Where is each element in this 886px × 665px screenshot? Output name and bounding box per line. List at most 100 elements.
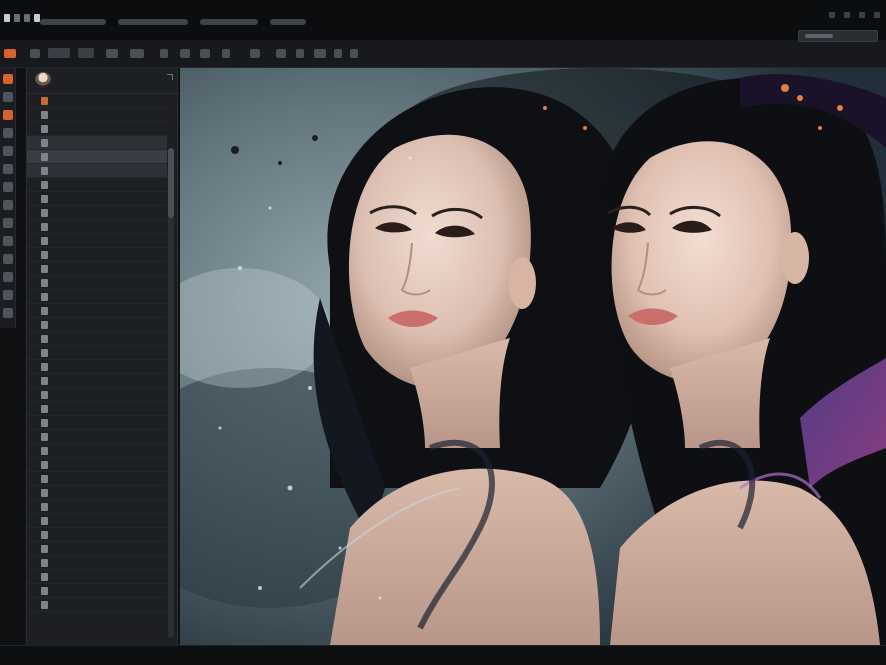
layer-icon [41, 139, 48, 147]
layer-row[interactable] [27, 402, 167, 416]
layer-row[interactable] [27, 346, 167, 360]
foreground-color-icon[interactable] [3, 308, 13, 318]
toolbar-option[interactable] [222, 49, 230, 58]
layer-row[interactable] [27, 332, 167, 346]
toolbar-option[interactable] [276, 49, 286, 58]
layer-icon [41, 475, 48, 483]
clone-icon[interactable] [3, 182, 13, 192]
layer-icon [41, 279, 48, 287]
layer-row[interactable] [27, 374, 167, 388]
toolbar-option[interactable] [350, 49, 358, 58]
brush-icon[interactable] [3, 146, 13, 156]
layer-row[interactable] [27, 234, 167, 248]
layer-row[interactable] [27, 542, 167, 556]
layer-icon [41, 153, 48, 161]
toolbar-option[interactable] [48, 48, 70, 58]
crop-icon[interactable] [3, 128, 13, 138]
minimize-icon[interactable] [829, 12, 835, 18]
layer-row[interactable] [27, 262, 167, 276]
toolbar-option[interactable] [314, 49, 326, 58]
scrollbar-thumb[interactable] [168, 148, 174, 218]
toolbar-option[interactable] [78, 48, 94, 58]
layer-row[interactable] [27, 164, 167, 178]
panel-menu-icon[interactable] [167, 74, 173, 80]
layer-row[interactable] [27, 584, 167, 598]
move-icon[interactable] [3, 74, 13, 84]
toolbar-option[interactable] [180, 49, 190, 58]
layer-row[interactable] [27, 206, 167, 220]
layer-row[interactable] [27, 94, 167, 108]
maximize-icon[interactable] [859, 12, 865, 18]
layer-row[interactable] [27, 178, 167, 192]
search-input[interactable] [798, 30, 878, 42]
layers-panel [26, 68, 179, 645]
layer-icon [41, 531, 48, 539]
layer-icon [41, 335, 48, 343]
panel-scrollbar[interactable] [168, 148, 174, 638]
layer-row[interactable] [27, 150, 167, 164]
restore-icon[interactable] [844, 12, 850, 18]
menu-item[interactable] [118, 19, 188, 25]
layer-row[interactable] [27, 122, 167, 136]
layer-row[interactable] [27, 220, 167, 234]
layer-row[interactable] [27, 108, 167, 122]
menu-item[interactable] [200, 19, 258, 25]
layer-row[interactable] [27, 318, 167, 332]
gradient-icon[interactable] [3, 200, 13, 210]
layer-row[interactable] [27, 290, 167, 304]
layer-row[interactable] [27, 388, 167, 402]
active-tool-icon[interactable] [4, 49, 16, 58]
layer-icon [41, 349, 48, 357]
layer-row[interactable] [27, 430, 167, 444]
layer-row[interactable] [27, 486, 167, 500]
layer-row[interactable] [27, 136, 167, 150]
toolbar-option[interactable] [334, 49, 342, 58]
toolbar-option[interactable] [250, 49, 260, 58]
layer-icon [41, 447, 48, 455]
edit-icon[interactable] [24, 14, 30, 22]
avatar[interactable] [35, 72, 51, 88]
layer-row[interactable] [27, 360, 167, 374]
lasso-icon[interactable] [3, 110, 13, 120]
layer-row[interactable] [27, 416, 167, 430]
layer-row[interactable] [27, 514, 167, 528]
text-icon[interactable] [3, 236, 13, 246]
toolbar-option[interactable] [296, 49, 304, 58]
layer-icon [41, 363, 48, 371]
layer-icon [41, 405, 48, 413]
layer-row[interactable] [27, 570, 167, 584]
layer-row[interactable] [27, 192, 167, 206]
toolbar-option[interactable] [200, 49, 210, 58]
layer-icon [41, 223, 48, 231]
layer-row[interactable] [27, 458, 167, 472]
layer-row[interactable] [27, 304, 167, 318]
layer-row[interactable] [27, 528, 167, 542]
hand-icon[interactable] [3, 272, 13, 282]
layer-icon [41, 545, 48, 553]
menu-item[interactable] [40, 19, 106, 25]
layer-row[interactable] [27, 472, 167, 486]
pen-icon[interactable] [3, 218, 13, 228]
layer-icon [41, 237, 48, 245]
options-toolbar [0, 30, 886, 68]
eraser-icon[interactable] [3, 164, 13, 174]
shape-icon[interactable] [3, 254, 13, 264]
layer-row[interactable] [27, 556, 167, 570]
close-icon[interactable] [874, 12, 880, 18]
layer-row[interactable] [27, 598, 167, 612]
layer-row[interactable] [27, 248, 167, 262]
app-icon[interactable] [4, 14, 10, 22]
marquee-icon[interactable] [3, 92, 13, 102]
file-icon[interactable] [14, 14, 20, 22]
toolbar-option[interactable] [130, 49, 144, 58]
toolbar-option[interactable] [160, 49, 168, 58]
layer-row[interactable] [27, 500, 167, 514]
layer-row[interactable] [27, 444, 167, 458]
menu-item[interactable] [270, 19, 306, 25]
toolbar-option[interactable] [106, 49, 118, 58]
layer-row[interactable] [27, 276, 167, 290]
zoom-icon[interactable] [3, 290, 13, 300]
image-canvas[interactable] [180, 68, 886, 645]
layer-icon [41, 265, 48, 273]
toolbar-option[interactable] [30, 49, 40, 58]
